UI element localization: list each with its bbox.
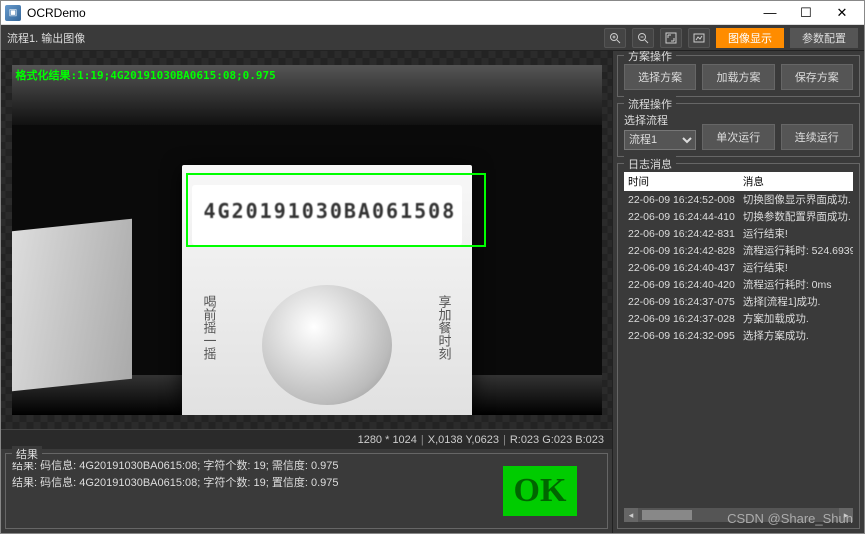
flow-select-label: 选择流程 <box>624 112 696 128</box>
log-msg: 流程运行耗时: 0ms <box>739 276 853 293</box>
flow-group: 流程操作 选择流程 流程1 单次运行 连续运行 <box>617 103 860 157</box>
window-title: OCRDemo <box>27 6 752 20</box>
toolbar: 流程1. 输出图像 图像显示 参数配置 <box>1 25 864 51</box>
scroll-thumb[interactable] <box>642 510 692 520</box>
titlebar: ▣ OCRDemo — ☐ ✕ <box>1 1 864 25</box>
run-once-button[interactable]: 单次运行 <box>702 124 775 150</box>
log-row[interactable]: 22-06-09 16:24:52-008切换图像显示界面成功. <box>624 191 853 208</box>
detection-box <box>186 173 486 247</box>
log-msg: 运行结束! <box>739 225 853 242</box>
app-icon: ▣ <box>5 5 21 21</box>
log-msg: 运行结束! <box>739 259 853 276</box>
status-coords: X,0138 Y,0623 <box>428 434 499 446</box>
zoom-in-icon[interactable] <box>604 28 626 48</box>
log-msg: 流程运行耗时: 524.6939ms <box>739 242 853 259</box>
run-loop-button[interactable]: 连续运行 <box>781 124 854 150</box>
log-table[interactable]: 时间 消息 22-06-09 16:24:52-008切换图像显示界面成功.22… <box>624 172 853 508</box>
load-scheme-button[interactable]: 加载方案 <box>702 64 774 90</box>
tab-param-config[interactable]: 参数配置 <box>790 28 858 48</box>
viewer-statusbar: 1280 * 1024 | X,0138 Y,0623 | R:023 G:02… <box>1 429 612 449</box>
log-time: 22-06-09 16:24:37-028 <box>624 310 739 327</box>
flow-label: 流程1. 输出图像 <box>7 30 85 46</box>
status-rgb: R:023 G:023 B:023 <box>510 434 604 446</box>
log-col-time: 时间 <box>624 172 739 191</box>
scheme-group: 方案操作 选择方案 加载方案 保存方案 <box>617 55 860 97</box>
log-legend: 日志消息 <box>624 156 676 172</box>
log-hscrollbar[interactable]: ◂ ▸ <box>624 508 853 522</box>
flow-legend: 流程操作 <box>624 96 676 112</box>
log-row[interactable]: 22-06-09 16:24:40-420流程运行耗时: 0ms <box>624 276 853 293</box>
flow-select[interactable]: 流程1 <box>624 130 696 150</box>
snapshot-icon[interactable] <box>688 28 710 48</box>
box-text-right: 享加餐时刻 <box>435 295 454 360</box>
zoom-out-icon[interactable] <box>632 28 654 48</box>
log-msg: 切换图像显示界面成功. <box>739 191 853 208</box>
left-pane: 4G20191030BA061508 喝前摇一摇 享加餐时刻 格式化结果:1:1… <box>1 51 612 533</box>
log-time: 22-06-09 16:24:40-437 <box>624 259 739 276</box>
scheme-legend: 方案操作 <box>624 51 676 64</box>
image-canvas: 4G20191030BA061508 喝前摇一摇 享加餐时刻 格式化结果:1:1… <box>12 65 602 415</box>
overlay-result-text: 格式化结果:1:19;4G20191030BA0615:08;0.975 <box>16 67 276 83</box>
log-row[interactable]: 22-06-09 16:24:37-028方案加载成功. <box>624 310 853 327</box>
log-time: 22-06-09 16:24:44-410 <box>624 208 739 225</box>
log-msg: 选择[流程1]成功. <box>739 293 853 310</box>
box-text-left: 喝前摇一摇 <box>200 295 219 360</box>
log-time: 22-06-09 16:24:42-831 <box>624 225 739 242</box>
fit-icon[interactable] <box>660 28 682 48</box>
log-msg: 选择方案成功. <box>739 327 853 344</box>
tab-image-display[interactable]: 图像显示 <box>716 28 784 48</box>
close-button[interactable]: ✕ <box>824 1 860 25</box>
scroll-right-icon[interactable]: ▸ <box>839 508 853 522</box>
log-group: 日志消息 时间 消息 22-06-09 16:24:52-008切换图像显示界面… <box>617 163 860 529</box>
right-panel: 方案操作 选择方案 加载方案 保存方案 流程操作 选择流程 流程1 <box>612 51 864 533</box>
log-time: 22-06-09 16:24:37-075 <box>624 293 739 310</box>
client-area: 流程1. 输出图像 图像显示 参数配置 <box>1 25 864 533</box>
log-time: 22-06-09 16:24:32-095 <box>624 327 739 344</box>
log-time: 22-06-09 16:24:42-828 <box>624 242 739 259</box>
status-dims: 1280 * 1024 <box>358 434 417 446</box>
maximize-button[interactable]: ☐ <box>788 1 824 25</box>
ok-badge: OK <box>503 466 577 516</box>
log-msg: 切换参数配置界面成功. <box>739 208 853 225</box>
select-scheme-button[interactable]: 选择方案 <box>624 64 696 90</box>
log-row[interactable]: 22-06-09 16:24:42-828流程运行耗时: 524.6939ms <box>624 242 853 259</box>
log-msg: 方案加载成功. <box>739 310 853 327</box>
results-group: 结果 结果: 码信息: 4G20191030BA0615:08; 字符个数: 1… <box>5 453 608 529</box>
image-viewer[interactable]: 4G20191030BA061508 喝前摇一摇 享加餐时刻 格式化结果:1:1… <box>1 51 612 429</box>
log-row[interactable]: 22-06-09 16:24:44-410切换参数配置界面成功. <box>624 208 853 225</box>
log-time: 22-06-09 16:24:40-420 <box>624 276 739 293</box>
log-row[interactable]: 22-06-09 16:24:42-831运行结束! <box>624 225 853 242</box>
log-row[interactable]: 22-06-09 16:24:37-075选择[流程1]成功. <box>624 293 853 310</box>
log-col-msg: 消息 <box>739 172 853 191</box>
scroll-left-icon[interactable]: ◂ <box>624 508 638 522</box>
log-time: 22-06-09 16:24:52-008 <box>624 191 739 208</box>
save-scheme-button[interactable]: 保存方案 <box>781 64 853 90</box>
log-row[interactable]: 22-06-09 16:24:32-095选择方案成功. <box>624 327 853 344</box>
app-window: ▣ OCRDemo — ☐ ✕ 流程1. 输出图像 图像显示 参数配置 <box>0 0 865 534</box>
minimize-button[interactable]: — <box>752 1 788 25</box>
results-legend: 结果 <box>12 446 42 462</box>
log-row[interactable]: 22-06-09 16:24:40-437运行结束! <box>624 259 853 276</box>
